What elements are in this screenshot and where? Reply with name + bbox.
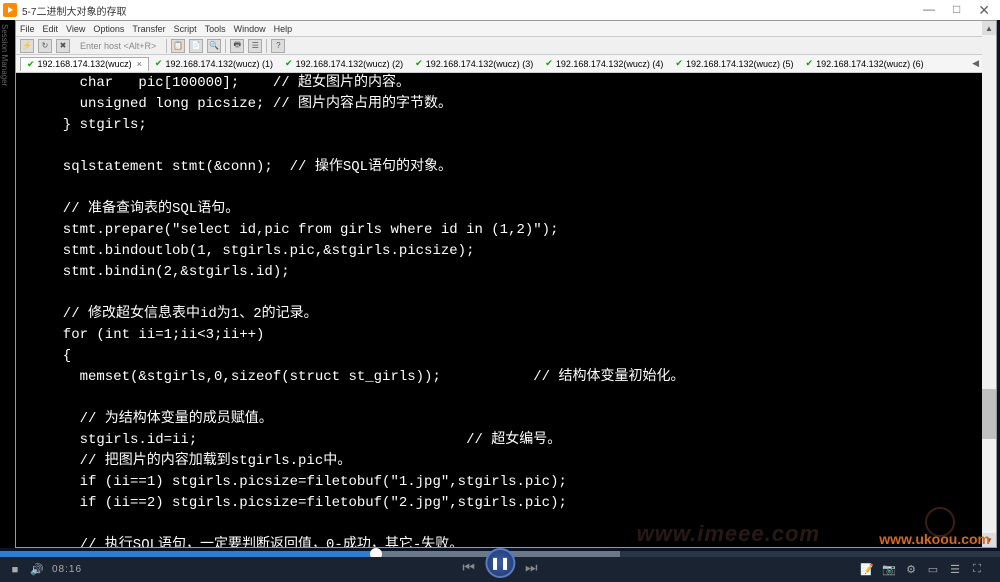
menu-help[interactable]: Help [274, 24, 293, 34]
player-titlebar: 5-7二进制大对象的存取 — □ ✕ [0, 0, 1000, 20]
menu-options[interactable]: Options [93, 24, 124, 34]
tab-close-icon[interactable]: × [137, 59, 142, 69]
tab-label: 192.168.174.132(wucz) (5) [686, 59, 794, 69]
stop-icon[interactable]: ■ [8, 563, 22, 577]
watermark-faint: www.imeee.com [637, 521, 820, 547]
toolbar-separator [166, 39, 167, 53]
tab-label: 192.168.174.132(wucz) (6) [816, 59, 924, 69]
toolbar-help-icon[interactable]: ? [271, 39, 285, 53]
menu-view[interactable]: View [66, 24, 85, 34]
check-icon: ✔ [545, 58, 553, 69]
toolbar-separator [225, 39, 226, 53]
check-icon: ✔ [285, 58, 293, 69]
toolbar-separator [266, 39, 267, 53]
check-icon: ✔ [155, 58, 163, 69]
menu-window[interactable]: Window [234, 24, 266, 34]
tab-label: 192.168.174.132(wucz) (3) [426, 59, 534, 69]
scroll-up-icon[interactable]: ▲ [982, 21, 996, 35]
toolbar-copy-icon[interactable]: 📋 [171, 39, 185, 53]
check-icon: ✔ [806, 58, 814, 69]
maximize-button[interactable]: □ [953, 2, 960, 19]
check-icon: ✔ [415, 58, 423, 69]
menu-file[interactable]: File [20, 24, 35, 34]
toolbar: ⚡ ↻ ✖ Enter host <Alt+R> 📋 📄 🔍 🖶 ☰ ? [16, 37, 996, 55]
terminal-scrollbar[interactable]: ▲ ▼ [982, 21, 996, 547]
terminal-view[interactable]: char pic[100000]; // 超女图片的内容。 unsigned l… [16, 73, 996, 547]
check-icon: ✔ [675, 58, 683, 69]
playback-time: 08:16 [52, 564, 82, 575]
toolbar-reconnect-icon[interactable]: ↻ [38, 39, 52, 53]
tabstrip: ✔ 192.168.174.132(wucz) × ✔ 192.168.174.… [16, 55, 996, 73]
toolbar-connect-icon[interactable]: ⚡ [20, 39, 34, 53]
next-track-icon[interactable]: ⏭ [525, 559, 538, 576]
toolbar-paste-icon[interactable]: 📄 [189, 39, 203, 53]
tab-scroll-left-icon[interactable]: ◀ [972, 58, 979, 69]
playlist-icon[interactable]: ☰ [948, 563, 962, 577]
toolbar-disconnect-icon[interactable]: ✖ [56, 39, 70, 53]
menubar: File Edit View Options Transfer Script T… [16, 21, 996, 37]
session-tab[interactable]: ✔ 192.168.174.132(wucz) (2) [279, 57, 409, 70]
terminal-window: File Edit View Options Transfer Script T… [15, 20, 997, 548]
settings-icon[interactable]: ⚙ [904, 563, 918, 577]
check-icon: ✔ [27, 59, 35, 70]
prev-track-icon[interactable]: ⏮ [462, 559, 475, 576]
aspect-icon[interactable]: ▭ [926, 563, 940, 577]
fullscreen-icon[interactable]: ⛶ [970, 563, 984, 577]
close-button[interactable]: ✕ [978, 2, 990, 19]
session-tab[interactable]: ✔ 192.168.174.132(wucz) (1) [149, 57, 279, 70]
watermark-url: www.ukoou.com [879, 531, 990, 547]
session-tab[interactable]: ✔ 192.168.174.132(wucz) (6) [800, 57, 930, 70]
toolbar-print-icon[interactable]: 🖶 [230, 39, 244, 53]
menu-script[interactable]: Script [174, 24, 197, 34]
player-app-icon [3, 3, 17, 17]
toolbar-props-icon[interactable]: ☰ [248, 39, 262, 53]
left-dock-label: Session Manager [0, 20, 9, 86]
left-dock-strip: Session Manager [0, 20, 15, 548]
play-pause-button[interactable]: ❚❚ [485, 548, 515, 578]
tab-label: 192.168.174.132(wucz) [38, 59, 132, 69]
session-tab[interactable]: ✔ 192.168.174.132(wucz) (3) [409, 57, 539, 70]
minimize-button[interactable]: — [923, 2, 935, 19]
session-tab[interactable]: ✔ 192.168.174.132(wucz) (4) [539, 57, 669, 70]
session-tab[interactable]: ✔ 192.168.174.132(wucz) (5) [669, 57, 799, 70]
menu-edit[interactable]: Edit [43, 24, 59, 34]
camera-icon[interactable]: 📷 [882, 563, 896, 577]
host-input[interactable]: Enter host <Alt+R> [74, 41, 162, 51]
menu-tools[interactable]: Tools [205, 24, 226, 34]
tab-label: 192.168.174.132(wucz) (4) [556, 59, 664, 69]
subtitle-icon[interactable]: 📝 [860, 563, 874, 577]
session-tab[interactable]: ✔ 192.168.174.132(wucz) × [20, 57, 149, 71]
menu-transfer[interactable]: Transfer [132, 24, 165, 34]
play-controls: ⏮ ❚❚ ⏭ [462, 552, 537, 582]
toolbar-find-icon[interactable]: 🔍 [207, 39, 221, 53]
tab-label: 192.168.174.132(wucz) (1) [165, 59, 273, 69]
scroll-thumb[interactable] [982, 389, 996, 439]
tab-label: 192.168.174.132(wucz) (2) [296, 59, 404, 69]
volume-icon[interactable]: 🔊 [30, 563, 44, 577]
player-title: 5-7二进制大对象的存取 [22, 3, 923, 18]
